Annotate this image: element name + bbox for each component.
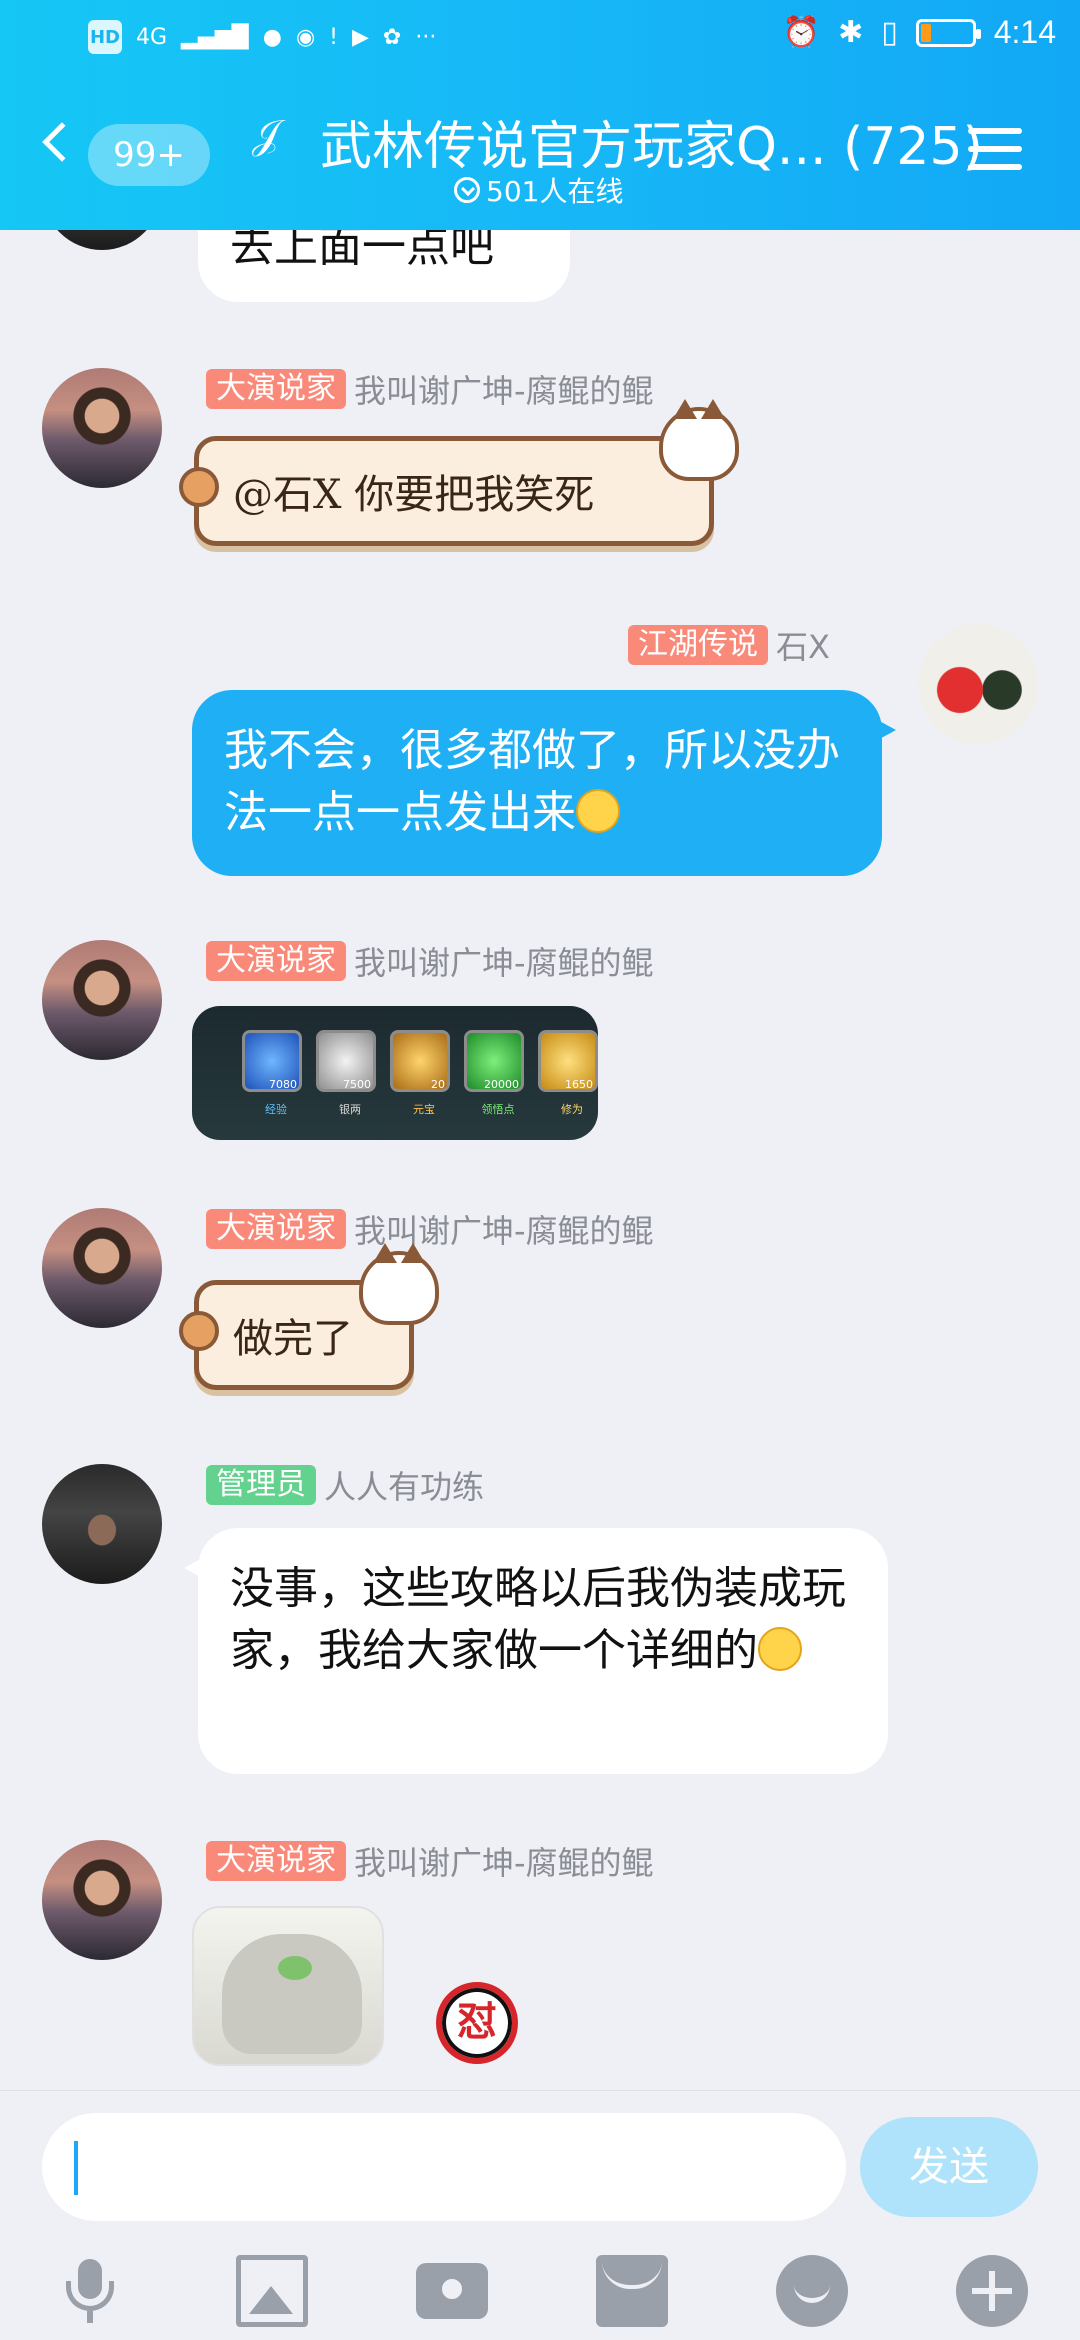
- text-cursor: [74, 2141, 78, 2195]
- sender-line: 大演说家 我叫谢广坤-腐鲲的鲲: [206, 1838, 654, 1884]
- signal-bars-icon: ▂▄▆█: [181, 24, 249, 50]
- online-count-label: 501人在线: [486, 175, 624, 208]
- member-title-tag: 大演说家: [206, 369, 346, 409]
- back-arrow-icon[interactable]: [42, 122, 82, 162]
- silver-item-icon: 7500 银两: [316, 1030, 376, 1116]
- ear-icon[interactable]: 𝒥: [252, 112, 280, 158]
- cat-paw-icon: [179, 467, 219, 507]
- message-text: 没事，这些攻略以后我伪装成玩家，我给大家做一个详细的: [230, 1563, 846, 1676]
- alert-icon: !: [329, 24, 338, 50]
- sender-line: 江湖传说 石X: [628, 622, 830, 668]
- member-title-tag: 大演说家: [206, 1841, 346, 1881]
- lucky-cat-icon: [659, 399, 739, 481]
- status-bar: HD 4G ▂▄▆█ ● ◉ ! ▶ ✿ ··· ⏰ ✱ ▯ 4:14: [0, 0, 1080, 80]
- gold-ingot-item-icon: 20 元宝: [390, 1030, 450, 1116]
- member-title-tag: 大演说家: [206, 1209, 346, 1249]
- signal-4g-icon: 4G: [136, 24, 168, 50]
- sender-name[interactable]: 我叫谢广坤-腐鲲的鲲: [354, 1206, 654, 1252]
- sticker-text-bubble[interactable]: @石X 你要把我笑死: [179, 399, 739, 546]
- avatar[interactable]: [42, 230, 162, 250]
- sender-line: 大演说家 我叫谢广坤-腐鲲的鲲: [206, 366, 654, 412]
- sender-line: 管理员 人人有功练: [206, 1462, 484, 1508]
- bluetooth-icon: ✱: [838, 15, 864, 50]
- menu-icon[interactable]: [968, 128, 1022, 176]
- chat-header: HD 4G ▂▄▆█ ● ◉ ! ▶ ✿ ··· ⏰ ✱ ▯ 4:14 99+ …: [0, 0, 1080, 230]
- admin-tag: 管理员: [206, 1465, 316, 1505]
- battery-level: [920, 23, 931, 42]
- member-title-tag: 江湖传说: [628, 625, 768, 665]
- chat-message-list[interactable]: 去上面一点吧 大演说家 我叫谢广坤-腐鲲的鲲 @石X 你要把我笑死 江湖传说 石…: [0, 230, 1080, 2090]
- message-bubble[interactable]: 没事，这些攻略以后我伪装成玩家，我给大家做一个详细的: [184, 1528, 888, 1774]
- message-text: 做完了: [233, 1316, 353, 1362]
- sticker-eye: [278, 1956, 312, 1980]
- sticker-image-message[interactable]: [192, 1906, 384, 2066]
- avatar[interactable]: [42, 368, 162, 488]
- avatar[interactable]: [42, 1840, 162, 1960]
- app-icon: ◉: [295, 24, 316, 50]
- camera-icon[interactable]: [416, 2263, 488, 2319]
- hd-icon: HD: [88, 20, 122, 54]
- sender-line: 大演说家 我叫谢广坤-腐鲲的鲲: [206, 1206, 654, 1252]
- message-bubble[interactable]: 我不会，很多都做了，所以没办法一点一点发出来: [192, 690, 896, 876]
- send-button[interactable]: 发送: [860, 2117, 1038, 2217]
- unread-count-badge[interactable]: 99+: [88, 124, 210, 186]
- more-dots-icon: ···: [415, 24, 437, 50]
- wechat-icon: ●: [262, 24, 282, 50]
- avatar[interactable]: [42, 1464, 162, 1584]
- message-text: 去上面一点吧: [230, 230, 494, 272]
- insight-item-icon: 20000 领悟点: [464, 1030, 524, 1116]
- message-bubble[interactable]: 去上面一点吧: [198, 230, 570, 302]
- sender-name[interactable]: 石X: [776, 622, 830, 668]
- image-message[interactable]: 7080 经验 7500 银两 20 元宝 20000 领悟点 1650 修为: [192, 1006, 598, 1140]
- status-left-icons: HD 4G ▂▄▆█ ● ◉ ! ▶ ✿ ···: [88, 20, 436, 54]
- microphone-icon[interactable]: [54, 2255, 126, 2327]
- play-icon: ▶: [351, 24, 369, 50]
- clock: 4:14: [993, 14, 1056, 50]
- emoji-face-icon[interactable]: [776, 2255, 848, 2327]
- vibrate-icon: ▯: [881, 15, 898, 50]
- exp-item-icon: 7080 经验: [242, 1030, 302, 1116]
- sender-name[interactable]: 我叫谢广坤-腐鲲的鲲: [354, 366, 654, 412]
- plus-icon[interactable]: [956, 2255, 1028, 2327]
- cultivation-item-icon: 1650 修为: [538, 1030, 598, 1116]
- battery-icon: [915, 18, 981, 47]
- image-icon[interactable]: [236, 2255, 308, 2327]
- avatar[interactable]: [42, 1208, 162, 1328]
- flower-icon: ✿: [382, 24, 402, 50]
- lucky-cat-icon: [359, 1243, 439, 1325]
- alarm-icon: ⏰: [782, 15, 821, 50]
- online-count[interactable]: 501人在线: [454, 170, 623, 210]
- sender-name[interactable]: 我叫谢广坤-腐鲲的鲲: [354, 1838, 654, 1884]
- message-text: 我不会，很多都做了，所以没办法一点一点发出来: [224, 725, 840, 838]
- angry-badge-icon: 怼: [436, 1982, 518, 2064]
- toolbar: [0, 2241, 1080, 2340]
- member-title-tag: 大演说家: [206, 941, 346, 981]
- sticker-figure: [222, 1934, 362, 2054]
- shush-emoji-icon: [758, 1627, 802, 1671]
- input-bar: 发送: [0, 2090, 1080, 2340]
- chevron-circle-icon: [454, 177, 480, 203]
- sender-name[interactable]: 人人有功练: [324, 1462, 484, 1508]
- grin-emoji-icon: [576, 789, 620, 833]
- avatar[interactable]: [42, 940, 162, 1060]
- sender-line: 大演说家 我叫谢广坤-腐鲲的鲲: [206, 938, 654, 984]
- avatar[interactable]: [918, 624, 1038, 744]
- status-right-icons: ⏰ ✱ ▯ 4:14: [783, 14, 1056, 51]
- sender-name[interactable]: 我叫谢广坤-腐鲲的鲲: [354, 938, 654, 984]
- cat-paw-icon: [179, 1311, 219, 1351]
- group-title[interactable]: 武林传说官方玩家Q... (725): [320, 104, 983, 179]
- message-input[interactable]: [42, 2113, 846, 2221]
- sticker-text-bubble[interactable]: 做完了: [179, 1243, 439, 1390]
- red-packet-icon[interactable]: [596, 2255, 668, 2327]
- message-text: @石X 你要把我笑死: [233, 472, 595, 518]
